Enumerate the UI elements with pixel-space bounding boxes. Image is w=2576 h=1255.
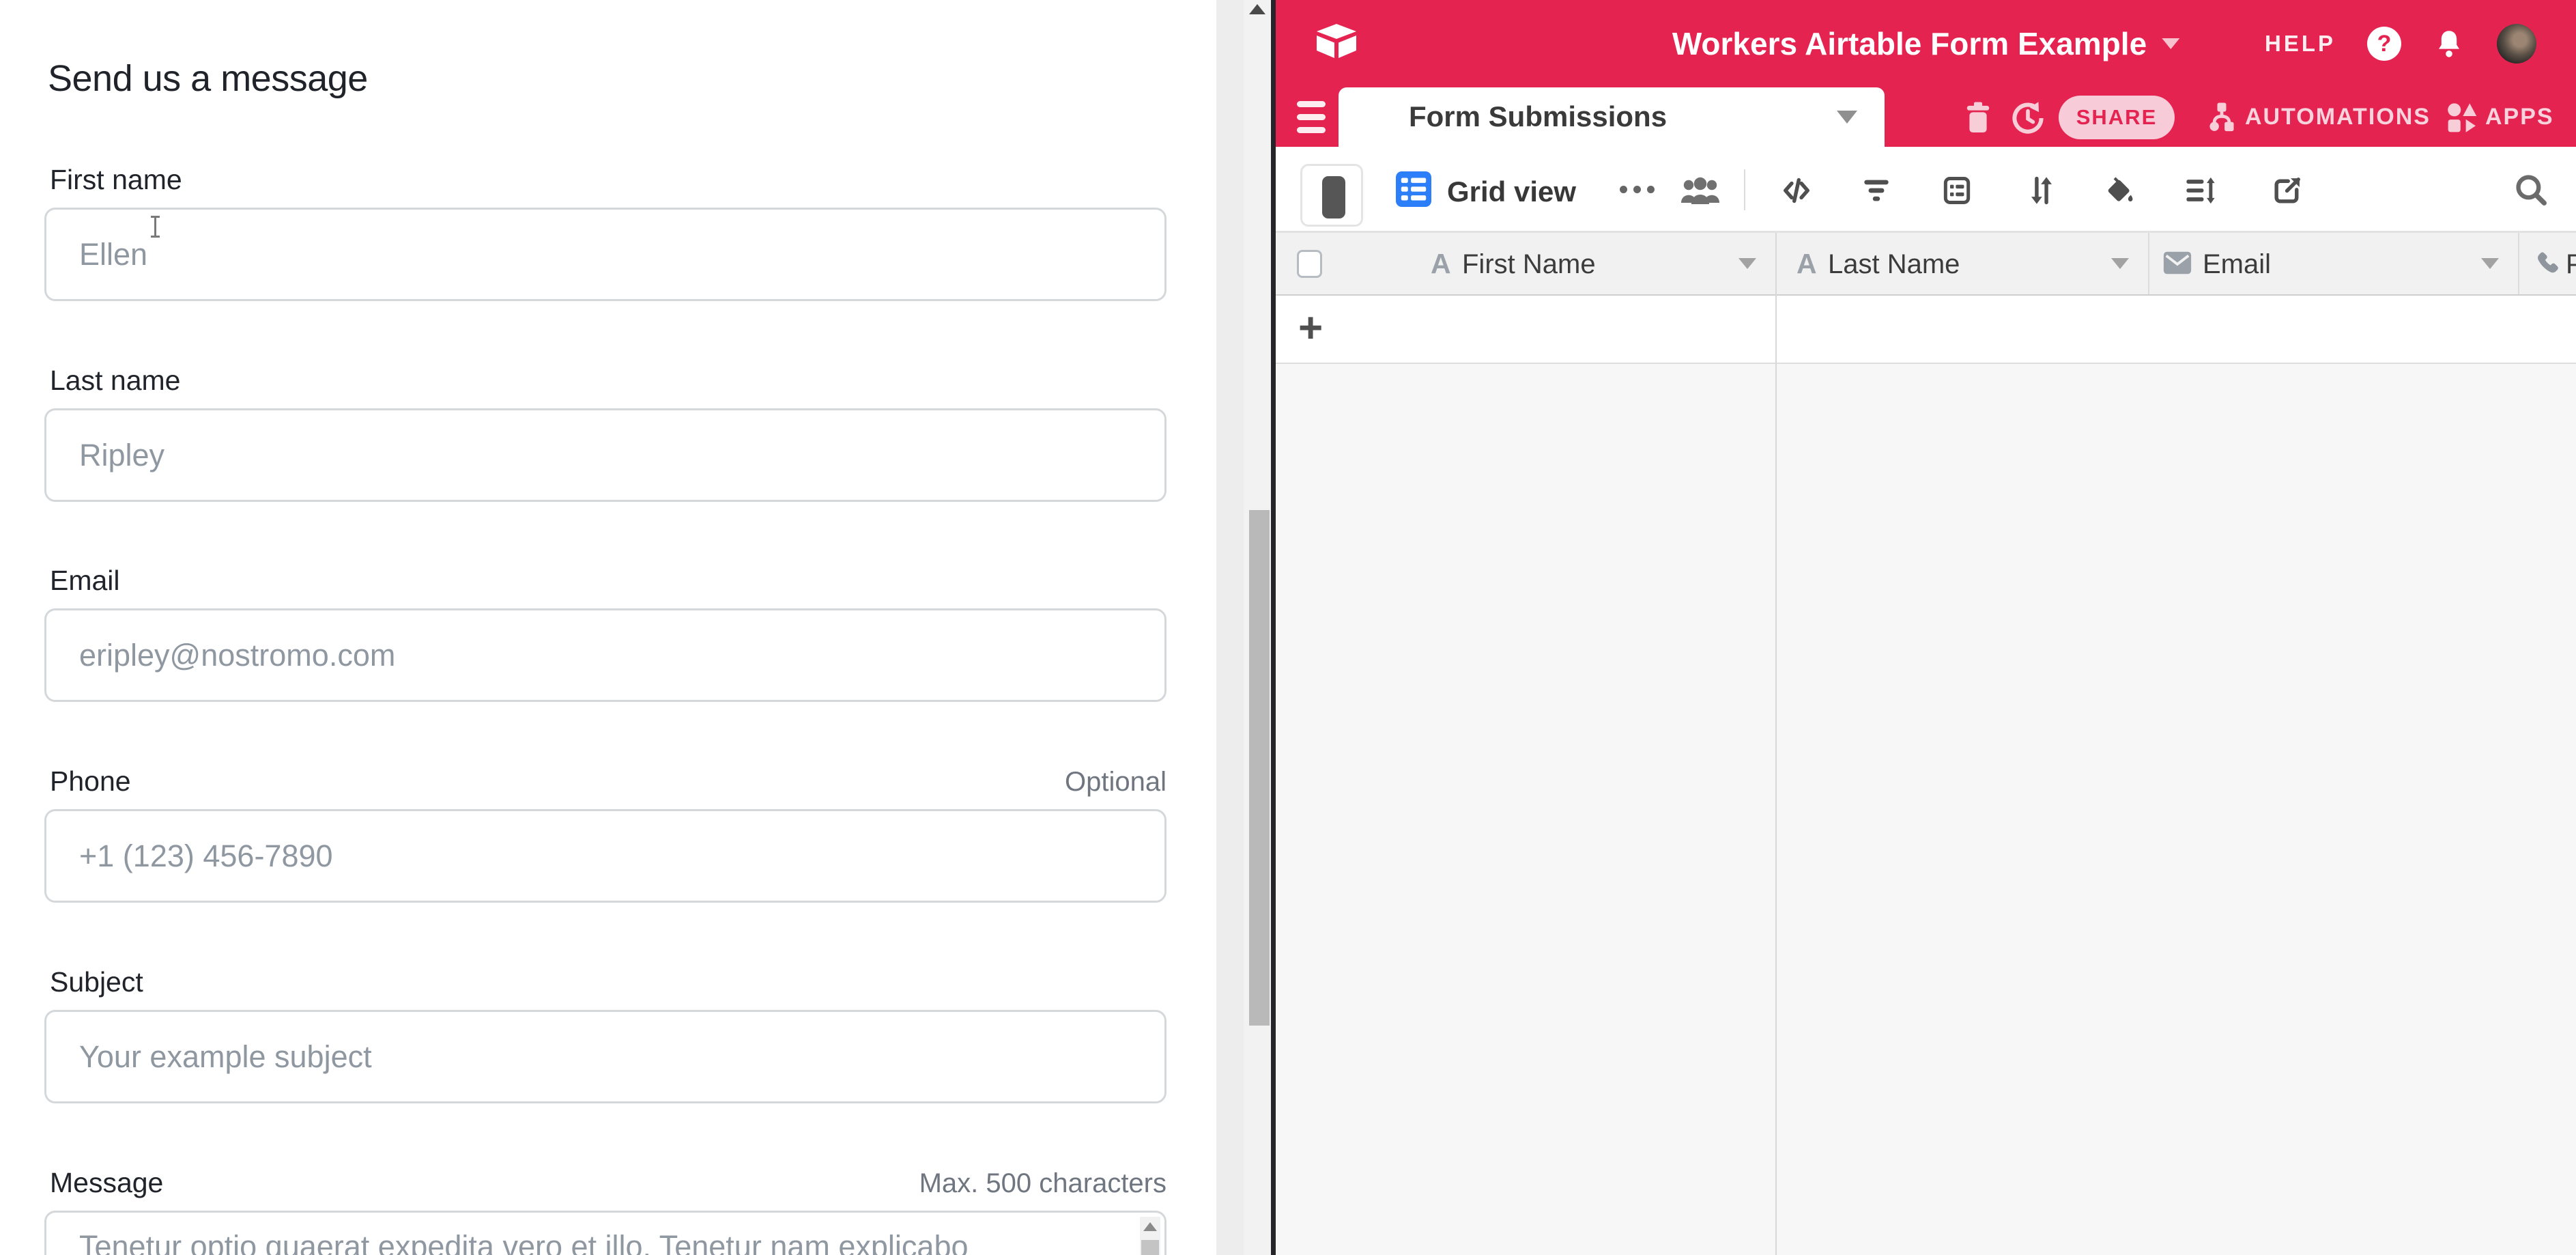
- phone-input[interactable]: [44, 809, 1167, 903]
- screen: Send us a message First name Last name E…: [0, 0, 2576, 1255]
- contact-form-pane: Send us a message First name Last name E…: [0, 0, 1216, 1255]
- first-name-input[interactable]: [44, 208, 1167, 301]
- sidebar-toggle-icon[interactable]: [1300, 164, 1363, 227]
- apps-button[interactable]: APPS: [2485, 104, 2554, 130]
- text-field-icon: A: [1431, 248, 1451, 280]
- group-icon[interactable]: [1940, 173, 1974, 208]
- column-header-last-name[interactable]: A Last Name: [1775, 233, 2148, 294]
- grid-view-icon: [1396, 171, 1431, 207]
- paint-fill-icon[interactable]: [2103, 173, 2137, 208]
- add-record-row[interactable]: +: [1276, 296, 2576, 364]
- toolbar-divider: [1744, 169, 1745, 210]
- message-maxchars-hint: Max. 500 characters: [919, 1168, 1167, 1199]
- collaborators-icon[interactable]: [1678, 175, 1722, 207]
- trash-icon[interactable]: [1960, 99, 1997, 136]
- filter-icon[interactable]: [1859, 173, 1893, 208]
- last-name-input[interactable]: [44, 408, 1167, 502]
- share-button[interactable]: SHARE: [2059, 96, 2175, 139]
- sort-icon[interactable]: [2024, 173, 2059, 208]
- column-dropdown-icon[interactable]: [2111, 258, 2129, 269]
- airtable-logo-icon[interactable]: [1314, 22, 1359, 61]
- window-divider: [1271, 0, 1276, 1255]
- column-name: Last Name: [1828, 249, 1960, 280]
- view-name-button[interactable]: Grid view: [1447, 175, 1576, 208]
- column-header-email[interactable]: Email: [2148, 233, 2518, 294]
- select-all-checkbox[interactable]: [1297, 250, 1322, 278]
- tab-chevron-down-icon[interactable]: [1837, 111, 1857, 124]
- automations-button[interactable]: AUTOMATIONS: [2245, 104, 2431, 130]
- message-text: Tenetur optio quaerat expedita vero et i…: [79, 1229, 969, 1255]
- column-name: First Name: [1462, 249, 1596, 280]
- phone-optional-hint: Optional: [1065, 767, 1167, 798]
- base-title: Workers Airtable Form Example: [1672, 25, 2147, 62]
- frozen-column-divider[interactable]: [1775, 233, 1777, 1255]
- text-field-icon: A: [1797, 248, 1817, 280]
- scrollbar-thumb[interactable]: [1249, 510, 1270, 1026]
- column-dropdown-icon[interactable]: [2481, 258, 2499, 269]
- airtable-topbar: Workers Airtable Form Example HELP ?: [1276, 0, 2576, 87]
- textarea-scroll-up-arrow[interactable]: [1143, 1222, 1157, 1231]
- search-icon[interactable]: [2513, 171, 2549, 208]
- base-title-menu[interactable]: Workers Airtable Form Example: [1672, 0, 2179, 87]
- chevron-down-icon: [2162, 38, 2179, 49]
- tab-form-submissions[interactable]: Form Submissions: [1339, 87, 1885, 147]
- table-tabs-bar: Form Submissions SHARE: [1276, 87, 2576, 147]
- phone-label: Phone: [50, 765, 131, 798]
- grid-header-row: A First Name A Last Name Email: [1276, 233, 2576, 296]
- add-record-icon[interactable]: +: [1298, 304, 1323, 352]
- airtable-window: Workers Airtable Form Example HELP ? For…: [1276, 0, 2576, 1255]
- subject-label: Subject: [50, 966, 143, 998]
- automations-flow-icon[interactable]: [2204, 99, 2239, 137]
- form-page-gutter: [1216, 0, 1244, 1255]
- message-label: Message: [50, 1167, 163, 1199]
- form-title: Send us a message: [48, 57, 368, 100]
- phone-field-icon: [2533, 249, 2562, 278]
- subject-input[interactable]: [44, 1010, 1167, 1103]
- message-textarea[interactable]: Tenetur optio quaerat expedita vero et i…: [44, 1211, 1167, 1255]
- view-toolbar: Grid view: [1276, 147, 2576, 233]
- scroll-up-arrow[interactable]: [1249, 4, 1265, 14]
- apps-icon[interactable]: [2444, 99, 2480, 137]
- column-header-first-name[interactable]: A First Name: [1276, 233, 1775, 294]
- column-dropdown-icon[interactable]: [1738, 258, 1756, 269]
- bell-icon[interactable]: [2433, 26, 2465, 61]
- text-cursor: [154, 217, 156, 236]
- first-name-label: First name: [50, 164, 182, 196]
- last-name-label: Last name: [50, 365, 180, 397]
- share-label: SHARE: [2076, 105, 2158, 130]
- row-height-icon[interactable]: [2182, 173, 2218, 208]
- column-name: Phone: [2566, 249, 2576, 280]
- topbar-right-group: HELP ?: [2265, 0, 2536, 87]
- email-field-icon: [2162, 249, 2193, 277]
- page-scrollbar[interactable]: [1244, 0, 1271, 1255]
- column-header-phone[interactable]: Phone: [2518, 233, 2576, 294]
- history-icon[interactable]: [2009, 99, 2047, 137]
- column-name: Email: [2203, 249, 2271, 280]
- embed-code-icon[interactable]: [1779, 173, 1814, 208]
- textarea-scrollbar[interactable]: [1140, 1217, 1160, 1255]
- share-view-icon[interactable]: [2270, 173, 2304, 208]
- email-input[interactable]: [44, 608, 1167, 702]
- user-avatar[interactable]: [2497, 24, 2536, 64]
- help-question-icon[interactable]: ?: [2367, 27, 2401, 61]
- email-label: Email: [50, 565, 120, 597]
- hamburger-menu-icon[interactable]: [1297, 98, 1326, 137]
- tab-label: Form Submissions: [1409, 100, 1667, 133]
- help-button[interactable]: HELP: [2265, 31, 2336, 57]
- ellipsis-icon[interactable]: [1620, 186, 1655, 193]
- textarea-scrollbar-thumb[interactable]: [1141, 1240, 1159, 1255]
